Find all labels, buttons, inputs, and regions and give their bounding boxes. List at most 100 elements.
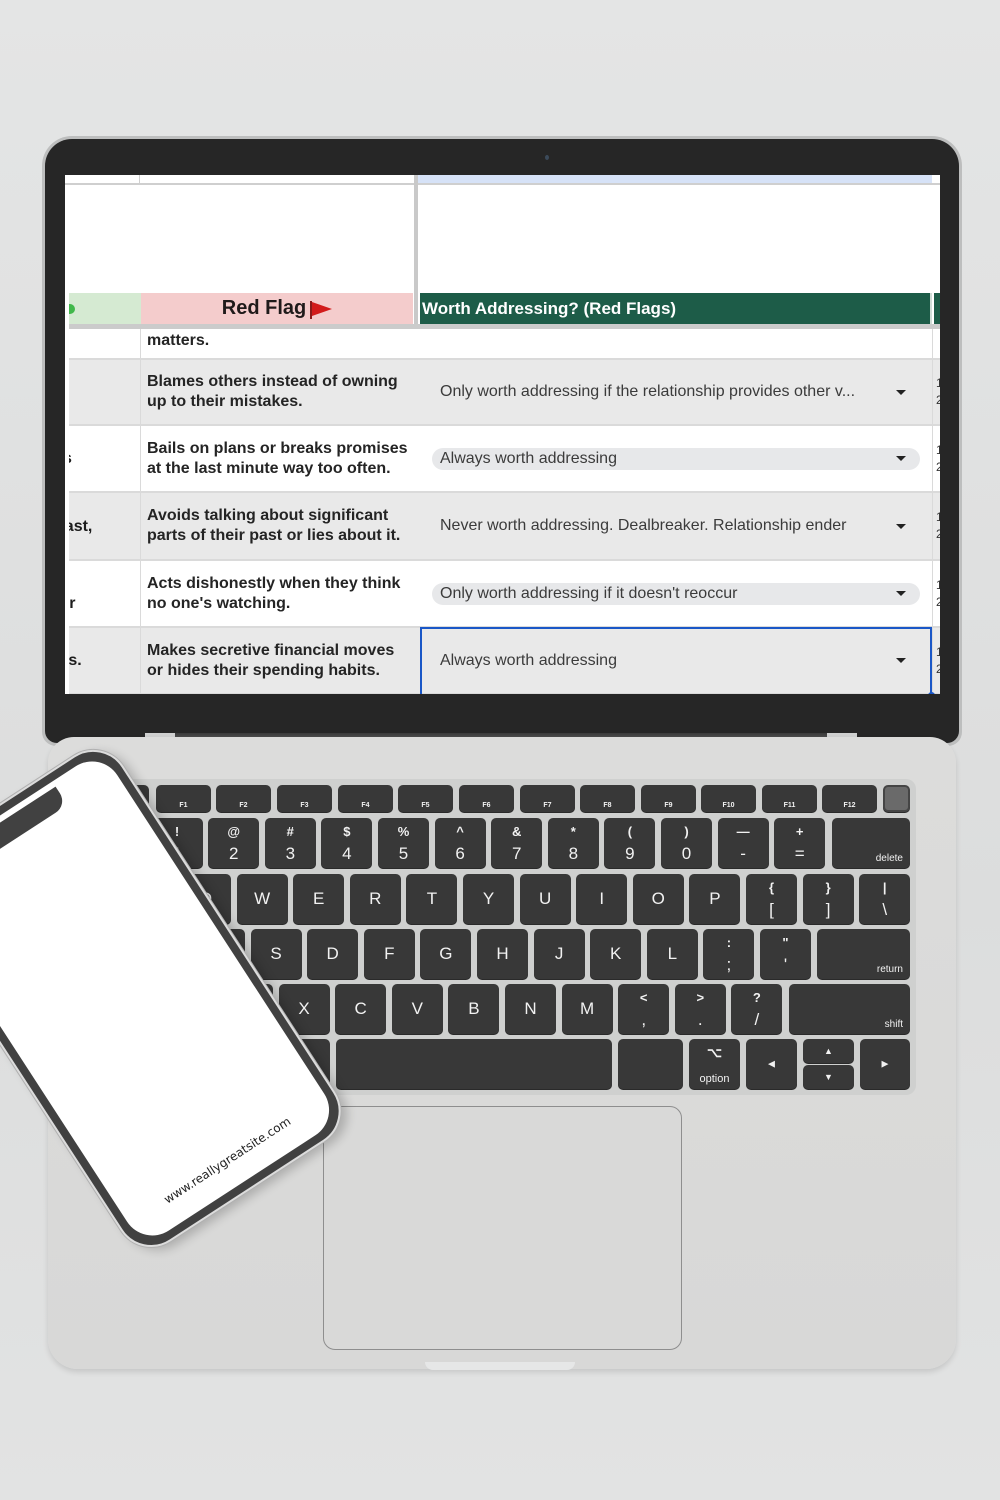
worth-addressing-dropdown[interactable]: Only worth addressing if it doesn't reoc… — [432, 582, 920, 605]
key-w[interactable]: W — [236, 874, 288, 924]
key-delete[interactable]: delete — [832, 818, 910, 868]
worth-addressing-dropdown[interactable]: Only worth addressing if the relationshi… — [432, 381, 920, 403]
key-command-right[interactable] — [618, 1039, 683, 1089]
key-punct-0[interactable]: :; — [703, 929, 755, 979]
key-f3[interactable]: F3 — [277, 785, 332, 812]
header-cell-a[interactable] — [69, 293, 141, 324]
cell-col-d[interactable]: 1 2 — [932, 360, 940, 424]
key-8[interactable]: * 8 — [547, 818, 599, 868]
cell-red-flag[interactable]: matters. — [141, 329, 417, 358]
cell-col-d[interactable]: 1 2 — [932, 426, 940, 491]
key-b[interactable]: B — [448, 984, 500, 1034]
key-arrow-left[interactable]: ◀ — [746, 1039, 797, 1089]
key-punct-b1[interactable]: >. — [674, 984, 726, 1034]
key-f[interactable]: F — [363, 929, 415, 979]
key-v[interactable]: V — [391, 984, 443, 1034]
key-g[interactable]: G — [420, 929, 472, 979]
key-6[interactable]: ^ 6 — [434, 818, 486, 868]
key-arrow-up[interactable]: ▲ — [803, 1039, 854, 1063]
dropdown-caret-icon[interactable] — [896, 523, 906, 529]
cell-col-d[interactable] — [932, 329, 940, 358]
cell-col-a[interactable]: nises — [69, 426, 141, 491]
key-e[interactable]: E — [293, 874, 345, 924]
key-f9[interactable]: F9 — [641, 785, 696, 812]
key-f2[interactable]: F2 — [216, 785, 271, 812]
key-arrow-right[interactable]: ▶ — [860, 1039, 910, 1089]
cell-red-flag[interactable]: Avoids talking about significant parts o… — [141, 493, 417, 559]
key-k[interactable]: K — [590, 929, 642, 979]
dropdown-caret-icon[interactable] — [896, 456, 906, 461]
cell-red-flag[interactable]: Bails on plans or breaks promises at the… — [141, 426, 417, 491]
cell-red-flag[interactable]: Blames others instead of owning up to th… — [141, 360, 417, 424]
key-h[interactable]: H — [477, 929, 528, 979]
worth-addressing-dropdown[interactable]: Always worth addressing — [432, 650, 920, 672]
key-0[interactable]: ) 0 — [661, 818, 712, 868]
key-t[interactable]: T — [406, 874, 458, 924]
key-f12[interactable]: F12 — [822, 785, 877, 812]
key-n[interactable]: N — [505, 984, 556, 1034]
header-cell-worth-addressing[interactable]: Worth Addressing? (Red Flags) — [420, 293, 932, 324]
key-c[interactable]: C — [335, 984, 387, 1034]
fill-handle[interactable] — [928, 692, 935, 694]
key-f11[interactable]: F11 — [762, 785, 817, 812]
key-f1[interactable]: F1 — [156, 785, 211, 812]
key-2[interactable]: @2 — [208, 818, 260, 868]
key-bracket-1[interactable]: }] — [802, 874, 854, 924]
key-bracket-2[interactable]: | \ — [859, 874, 911, 924]
cell-worth-addressing[interactable]: Never worth addressing. Dealbreaker. Rel… — [420, 493, 932, 559]
key-l[interactable]: L — [646, 929, 698, 979]
key-space[interactable] — [336, 1039, 612, 1089]
cell-col-d[interactable]: 1 2 — [932, 561, 940, 626]
trackpad[interactable] — [323, 1106, 682, 1350]
cell-worth-addressing[interactable] — [420, 329, 932, 358]
cell-col-d[interactable]: 1 2 — [932, 628, 940, 693]
key-punct-b0[interactable]: <, — [618, 984, 670, 1034]
key-f7[interactable]: F7 — [520, 785, 575, 812]
key-u[interactable]: U — [519, 874, 571, 924]
cell-worth-addressing[interactable]: Only worth addressing if it doesn't reoc… — [420, 561, 932, 626]
key-option-right[interactable]: ⌥ option — [689, 1039, 740, 1089]
key-3[interactable]: #3 — [264, 818, 316, 868]
cell-red-flag[interactable]: Makes secretive financial moves or hides… — [141, 628, 417, 693]
cell-col-d[interactable]: 1 2 — [932, 493, 940, 559]
key-7[interactable]: & 7 — [491, 818, 543, 868]
cell-worth-addressing[interactable]: Always worth addressing — [420, 628, 932, 693]
key-5[interactable]: % 5 — [378, 818, 429, 868]
key-9[interactable]: (9 — [604, 818, 656, 868]
key-sym[interactable]: + = — [774, 818, 826, 868]
touch-id-button[interactable] — [883, 785, 910, 812]
cell-worth-addressing[interactable]: Always worth addressing — [420, 426, 932, 491]
key-shift-right[interactable]: shift — [789, 984, 910, 1034]
key-f10[interactable]: F10 — [701, 785, 756, 812]
key-return[interactable]: return — [817, 929, 910, 979]
key-punct-1[interactable]: " ' — [760, 929, 811, 979]
key-4[interactable]: $4 — [321, 818, 373, 868]
key-punct-b2[interactable]: ? / — [731, 984, 783, 1034]
key-s[interactable]: S — [250, 929, 302, 979]
key-sym[interactable]: — - — [717, 818, 769, 868]
key-d[interactable]: D — [307, 929, 359, 979]
key-r[interactable]: R — [349, 874, 401, 924]
cell-col-a[interactable] — [69, 329, 141, 358]
cell-col-a[interactable]: isions. — [69, 628, 141, 693]
key-f4[interactable]: F4 — [338, 785, 393, 812]
cell-col-a[interactable]: l ght. — [69, 360, 141, 424]
key-f5[interactable]: F5 — [398, 785, 453, 812]
cell-col-a[interactable]: eir past, — [69, 493, 141, 559]
worth-addressing-dropdown[interactable]: Always worth addressing — [432, 447, 920, 470]
cell-worth-addressing[interactable]: Only worth addressing if the relationshi… — [420, 360, 932, 424]
dropdown-caret-icon[interactable] — [896, 658, 906, 663]
key-m[interactable]: M — [561, 984, 613, 1034]
header-cell-red-flag[interactable]: Red Flag — [141, 293, 413, 324]
worth-addressing-dropdown[interactable]: Never worth addressing. Dealbreaker. Rel… — [432, 515, 920, 537]
key-arrow-down[interactable]: ▼ — [803, 1065, 854, 1089]
key-f6[interactable]: F6 — [459, 785, 514, 812]
header-cell-d[interactable] — [934, 293, 940, 324]
key-f8[interactable]: F8 — [580, 785, 635, 812]
key-j[interactable]: J — [533, 929, 585, 979]
key-p[interactable]: P — [689, 874, 741, 924]
cell-red-flag[interactable]: Acts dishonestly when they think no one'… — [141, 561, 417, 626]
dropdown-caret-icon[interactable] — [896, 389, 906, 395]
key-bracket-0[interactable]: {[ — [746, 874, 797, 924]
cell-col-a[interactable]: s, ing or — [69, 561, 141, 626]
